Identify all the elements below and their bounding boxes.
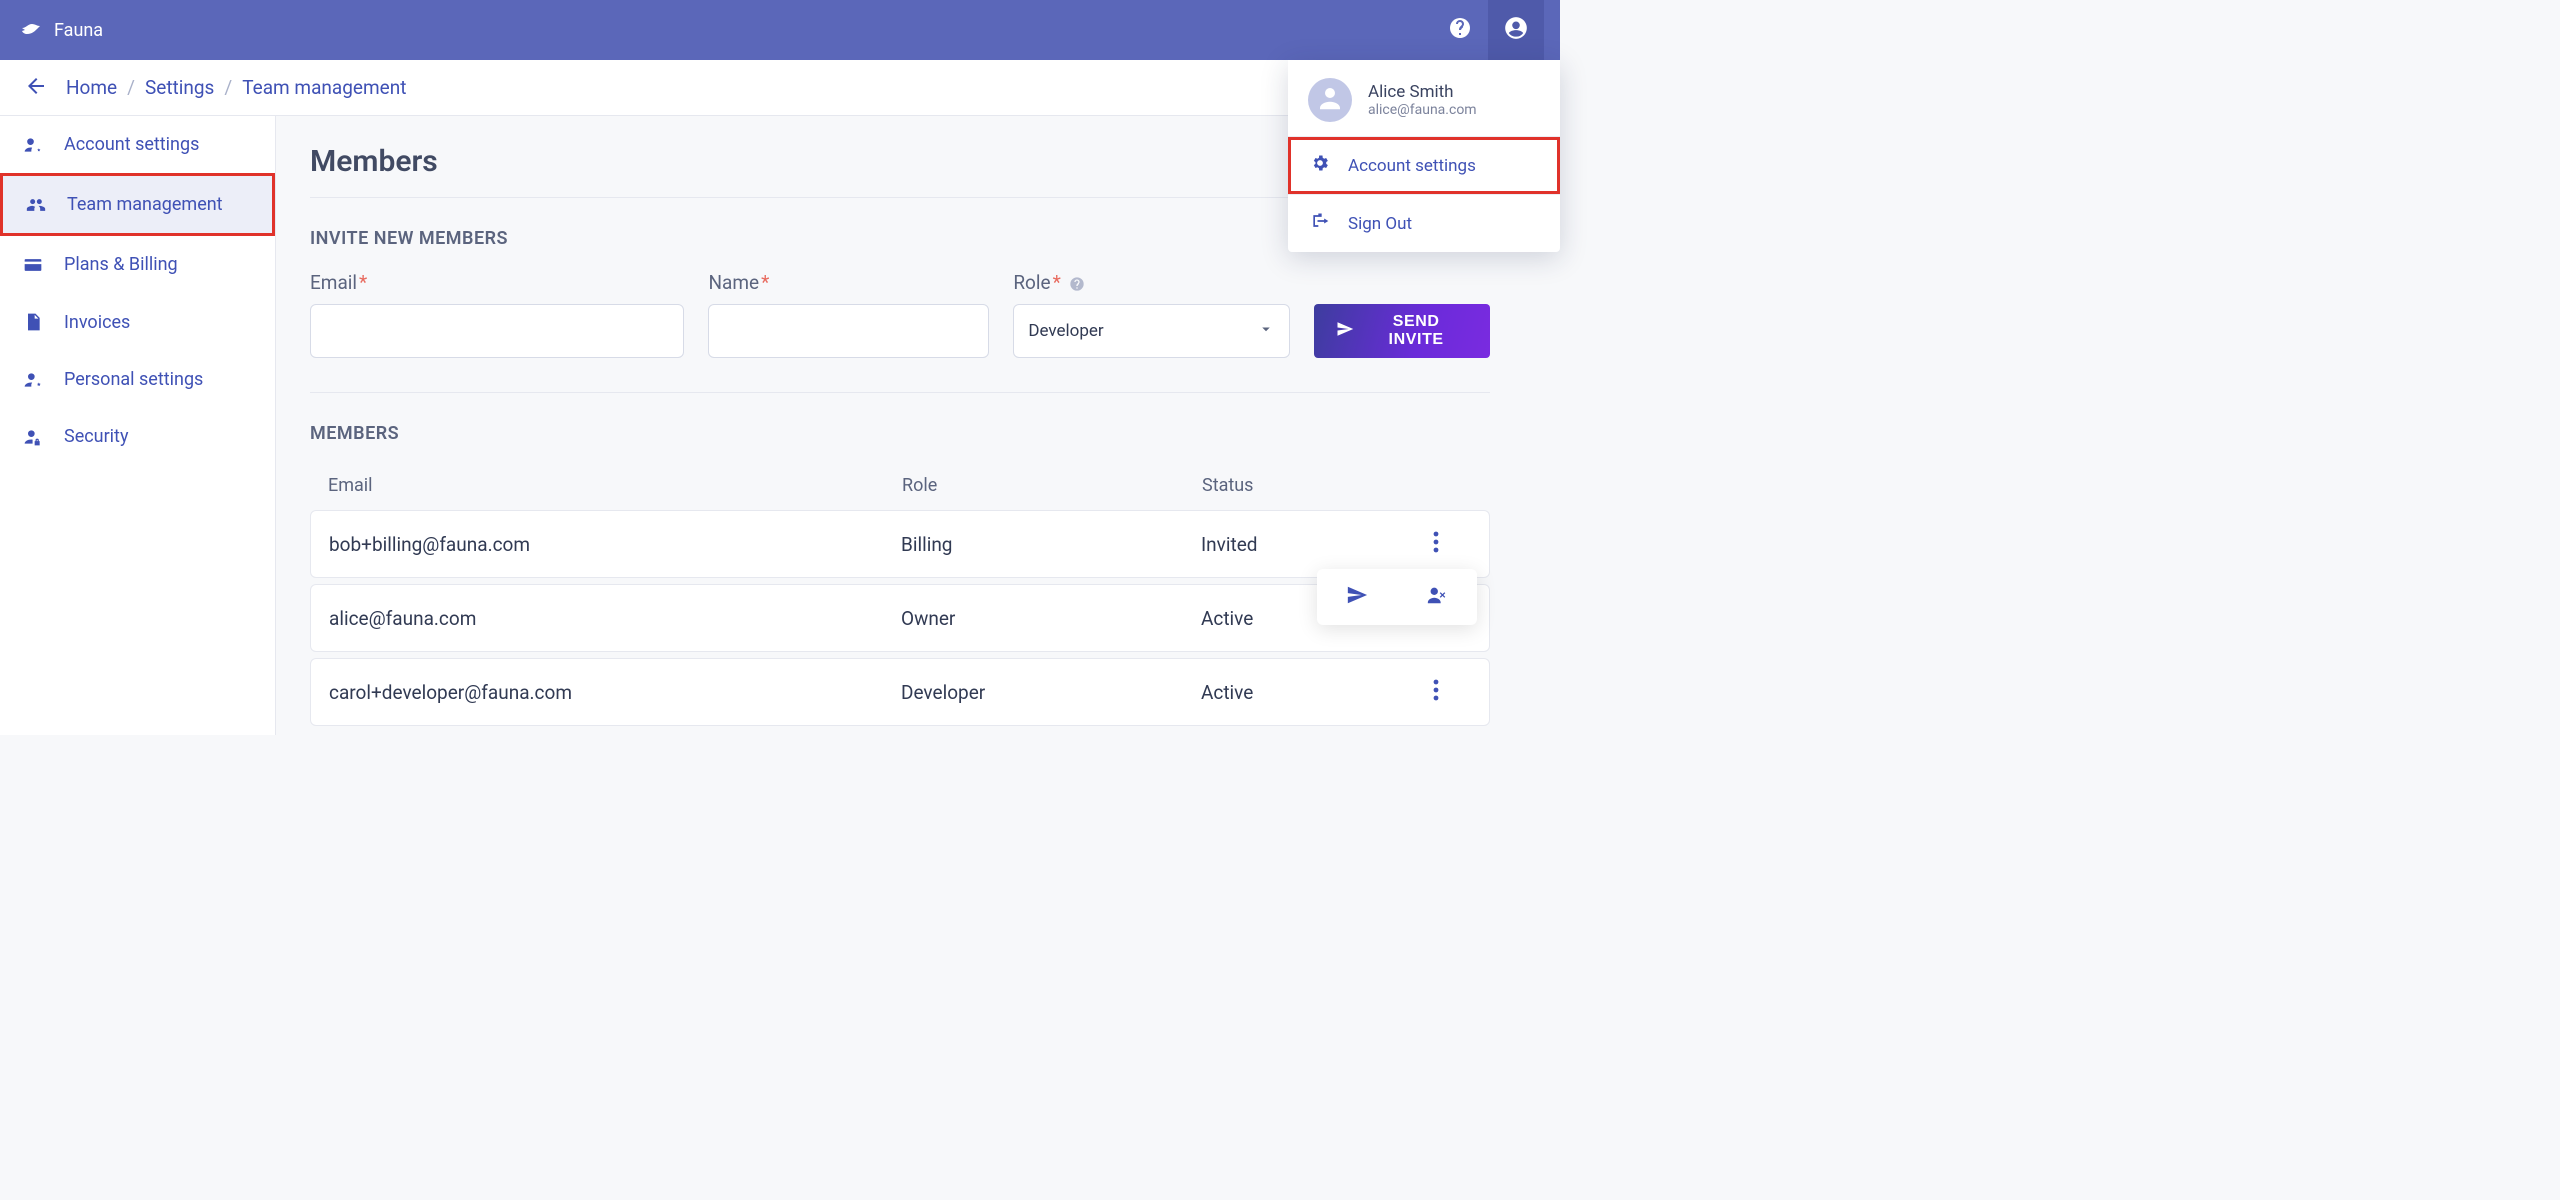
sidebar-item-security[interactable]: Security — [0, 408, 275, 465]
send-icon — [1346, 584, 1368, 611]
sign-out-icon — [1310, 211, 1330, 236]
role-label: Role* — [1013, 271, 1290, 294]
menu-item-label: Sign Out — [1348, 214, 1412, 234]
invite-name-input[interactable] — [708, 304, 989, 358]
member-email: carol+developer@fauna.com — [329, 681, 901, 704]
row-action-popup — [1317, 569, 1477, 625]
breadcrumb-separator: / — [224, 76, 232, 99]
back-button[interactable] — [24, 74, 48, 102]
sidebar: Account settings Team management Plans &… — [0, 116, 276, 735]
sidebar-item-plans-billing[interactable]: Plans & Billing — [0, 236, 275, 293]
sidebar-item-label: Account settings — [64, 134, 199, 155]
role-selected-value: Developer — [1028, 321, 1103, 341]
send-invite-button[interactable]: SEND INVITE — [1314, 304, 1490, 358]
account-menu: Alice Smith alice@fauna.com Account sett… — [1288, 60, 1560, 252]
user-cog-icon — [20, 370, 46, 390]
sidebar-item-account-settings[interactable]: Account settings — [0, 116, 275, 173]
sidebar-item-label: Plans & Billing — [64, 254, 178, 275]
table-row: carol+developer@fauna.com Developer Acti… — [310, 658, 1490, 726]
arrow-left-icon — [24, 74, 48, 102]
sidebar-item-label: Security — [64, 426, 128, 447]
bird-icon — [20, 16, 44, 44]
account-icon — [1503, 15, 1529, 45]
required-indicator: * — [761, 271, 769, 294]
invite-email-input[interactable] — [310, 304, 684, 358]
account-name: Alice Smith — [1368, 82, 1477, 102]
invite-form: Email* Name* Role* Developer — [310, 271, 1490, 393]
menu-item-label: Account settings — [1348, 156, 1476, 176]
name-label: Name* — [708, 271, 989, 294]
member-email: alice@fauna.com — [329, 607, 901, 630]
users-icon — [23, 195, 49, 215]
breadcrumb: Home / Settings / Team management — [66, 76, 406, 99]
email-label: Email* — [310, 271, 684, 294]
required-indicator: * — [359, 271, 367, 294]
send-icon — [1336, 320, 1354, 343]
member-role: Owner — [901, 607, 1201, 630]
account-button[interactable] — [1488, 0, 1544, 60]
breadcrumb-home[interactable]: Home — [66, 76, 117, 99]
user-remove-icon — [1424, 584, 1450, 611]
help-button[interactable] — [1432, 0, 1488, 60]
sidebar-item-label: Personal settings — [64, 369, 203, 390]
row-menu-button[interactable] — [1401, 531, 1471, 558]
members-table: Email Role Status bob+billing@fauna.com … — [310, 466, 1490, 726]
remove-member-button[interactable] — [1397, 569, 1477, 625]
member-role: Billing — [901, 533, 1201, 556]
invite-role-select[interactable]: Developer — [1013, 304, 1290, 358]
members-table-header: Email Role Status — [310, 466, 1490, 504]
sidebar-item-team-management[interactable]: Team management — [0, 173, 275, 236]
invoice-icon — [20, 311, 46, 333]
col-role: Role — [902, 475, 1202, 496]
table-row: bob+billing@fauna.com Billing Invited — [310, 510, 1490, 578]
brand-name: Fauna — [54, 20, 103, 41]
help-icon — [1448, 16, 1472, 44]
member-status: Active — [1201, 681, 1401, 704]
resend-invite-button[interactable] — [1317, 569, 1397, 625]
kebab-icon — [1433, 531, 1439, 558]
user-lock-icon — [20, 427, 46, 447]
avatar — [1308, 78, 1352, 122]
role-help-icon[interactable] — [1069, 276, 1085, 292]
sidebar-item-label: Invoices — [64, 312, 130, 333]
users-cog-icon — [20, 135, 46, 155]
topbar: Fauna — [0, 0, 1560, 60]
members-section-label: MEMBERS — [310, 423, 1526, 444]
kebab-icon — [1433, 679, 1439, 706]
avatar-icon — [1315, 83, 1345, 117]
account-email: alice@fauna.com — [1368, 102, 1477, 118]
member-role: Developer — [901, 681, 1201, 704]
chevron-down-icon — [1257, 320, 1275, 343]
member-email: bob+billing@fauna.com — [329, 533, 901, 556]
send-invite-label: SEND INVITE — [1364, 313, 1468, 349]
col-email: Email — [328, 475, 902, 496]
menu-item-account-settings[interactable]: Account settings — [1288, 137, 1560, 194]
account-menu-header: Alice Smith alice@fauna.com — [1288, 60, 1560, 136]
gear-icon — [1310, 153, 1330, 178]
sidebar-item-personal-settings[interactable]: Personal settings — [0, 351, 275, 408]
table-row: alice@fauna.com Owner Active — [310, 584, 1490, 652]
sidebar-item-label: Team management — [67, 194, 223, 215]
row-menu-button[interactable] — [1401, 679, 1471, 706]
col-status: Status — [1202, 475, 1402, 496]
breadcrumb-settings[interactable]: Settings — [145, 76, 214, 99]
breadcrumb-separator: / — [127, 76, 135, 99]
breadcrumb-current[interactable]: Team management — [242, 76, 406, 99]
member-status: Invited — [1201, 533, 1401, 556]
required-indicator: * — [1053, 271, 1061, 294]
credit-card-icon — [20, 255, 46, 275]
brand-logo[interactable]: Fauna — [20, 16, 103, 44]
menu-item-sign-out[interactable]: Sign Out — [1288, 195, 1560, 252]
sidebar-item-invoices[interactable]: Invoices — [0, 293, 275, 351]
